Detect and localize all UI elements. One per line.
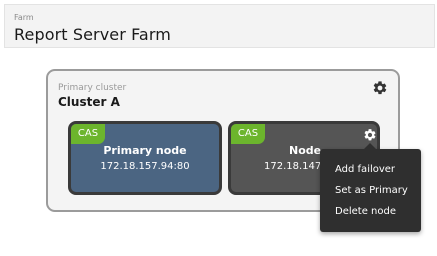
node-context-menu: Add failover Set as Primary Delete node: [320, 143, 421, 232]
cas-badge: CAS: [231, 124, 265, 144]
node-card-primary[interactable]: CAS Primary node 172.18.157.94:80: [68, 121, 222, 195]
farm-kicker: Farm: [14, 13, 34, 22]
cas-badge: CAS: [71, 124, 105, 144]
cluster-title: Cluster A: [58, 95, 120, 109]
menu-item-set-as-primary[interactable]: Set as Primary: [335, 185, 408, 196]
gear-icon-shape: [364, 129, 376, 141]
menu-item-delete-node[interactable]: Delete node: [335, 206, 396, 217]
gear-icon[interactable]: [363, 128, 377, 142]
node-name: Primary node: [103, 144, 187, 157]
gear-icon[interactable]: [372, 80, 388, 96]
cluster-kicker: Primary cluster: [58, 83, 127, 93]
gear-icon-shape: [373, 81, 387, 95]
node-name: Node: [289, 144, 322, 157]
page-title: Report Server Farm: [14, 25, 171, 44]
menu-item-add-failover[interactable]: Add failover: [335, 164, 395, 175]
node-address: 172.18.157.94:80: [100, 161, 190, 172]
farm-header: Farm Report Server Farm: [4, 4, 435, 48]
node-address: 172.18.147.: [264, 161, 325, 172]
